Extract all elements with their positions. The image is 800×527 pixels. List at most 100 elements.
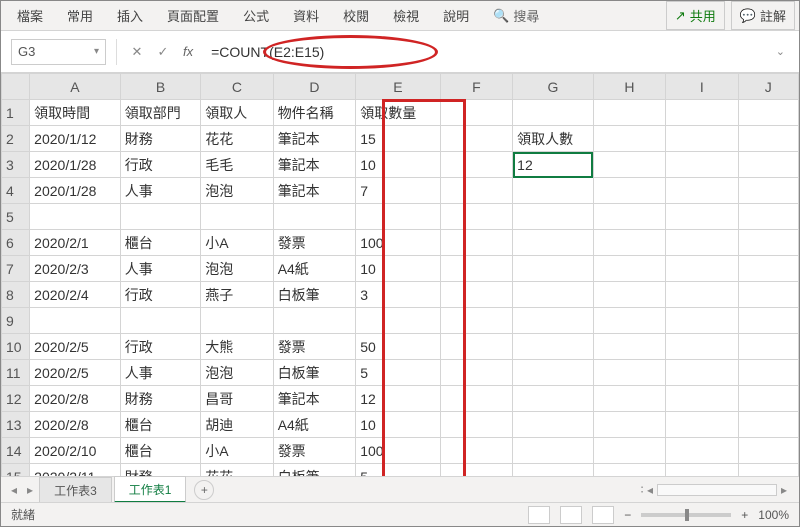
cell-I10[interactable] bbox=[666, 334, 738, 360]
view-page-break-button[interactable] bbox=[592, 506, 614, 524]
cell-H1[interactable] bbox=[593, 100, 665, 126]
cell-D6[interactable]: 發票 bbox=[273, 230, 356, 256]
cell-B5[interactable] bbox=[120, 204, 201, 230]
cell-B6[interactable]: 櫃台 bbox=[120, 230, 201, 256]
cell-C11[interactable]: 泡泡 bbox=[201, 360, 273, 386]
col-header-E[interactable]: E bbox=[356, 74, 441, 100]
cell-G14[interactable] bbox=[513, 438, 594, 464]
cell-C3[interactable]: 毛毛 bbox=[201, 152, 273, 178]
cell-G1[interactable] bbox=[513, 100, 594, 126]
cell-F10[interactable] bbox=[440, 334, 512, 360]
cell-B3[interactable]: 行政 bbox=[120, 152, 201, 178]
view-normal-button[interactable] bbox=[528, 506, 550, 524]
row-header[interactable]: 9 bbox=[2, 308, 30, 334]
row-header[interactable]: 11 bbox=[2, 360, 30, 386]
spreadsheet-grid[interactable]: A B C D E F G H I J 1領取時間領取部門領取人物件名稱領取數量… bbox=[1, 73, 799, 476]
cell-I15[interactable] bbox=[666, 464, 738, 477]
row-header[interactable]: 13 bbox=[2, 412, 30, 438]
col-header-C[interactable]: C bbox=[201, 74, 273, 100]
cell-I12[interactable] bbox=[666, 386, 738, 412]
cell-F6[interactable] bbox=[440, 230, 512, 256]
cell-D10[interactable]: 發票 bbox=[273, 334, 356, 360]
cell-B4[interactable]: 人事 bbox=[120, 178, 201, 204]
cell-G3[interactable]: 12 bbox=[513, 152, 594, 178]
cell-E9[interactable] bbox=[356, 308, 441, 334]
cell-D1[interactable]: 物件名稱 bbox=[273, 100, 356, 126]
cell-D11[interactable]: 白板筆 bbox=[273, 360, 356, 386]
col-header-H[interactable]: H bbox=[593, 74, 665, 100]
cell-J8[interactable] bbox=[738, 282, 798, 308]
cell-J14[interactable] bbox=[738, 438, 798, 464]
tab-nav-next[interactable]: ▸ bbox=[23, 483, 37, 497]
cell-I14[interactable] bbox=[666, 438, 738, 464]
cell-A9[interactable] bbox=[30, 308, 121, 334]
cell-C8[interactable]: 燕子 bbox=[201, 282, 273, 308]
cell-E10[interactable]: 50 bbox=[356, 334, 441, 360]
cell-F14[interactable] bbox=[440, 438, 512, 464]
row-header[interactable]: 14 bbox=[2, 438, 30, 464]
cell-D7[interactable]: A4紙 bbox=[273, 256, 356, 282]
tab-nav-prev[interactable]: ◂ bbox=[7, 483, 21, 497]
cell-A3[interactable]: 2020/1/28 bbox=[30, 152, 121, 178]
row-header[interactable]: 3 bbox=[2, 152, 30, 178]
col-header-A[interactable]: A bbox=[30, 74, 121, 100]
cell-C15[interactable]: 花花 bbox=[201, 464, 273, 477]
cell-F2[interactable] bbox=[440, 126, 512, 152]
cell-H7[interactable] bbox=[593, 256, 665, 282]
name-box[interactable]: G3 ▾ bbox=[11, 39, 106, 65]
cell-A5[interactable] bbox=[30, 204, 121, 230]
cell-C1[interactable]: 領取人 bbox=[201, 100, 273, 126]
cell-H10[interactable] bbox=[593, 334, 665, 360]
cell-I3[interactable] bbox=[666, 152, 738, 178]
cell-B12[interactable]: 財務 bbox=[120, 386, 201, 412]
col-header-D[interactable]: D bbox=[273, 74, 356, 100]
cell-F7[interactable] bbox=[440, 256, 512, 282]
cell-A4[interactable]: 2020/1/28 bbox=[30, 178, 121, 204]
menu-layout[interactable]: 頁面配置 bbox=[155, 0, 231, 31]
cell-I2[interactable] bbox=[666, 126, 738, 152]
cell-G15[interactable] bbox=[513, 464, 594, 477]
cell-G4[interactable] bbox=[513, 178, 594, 204]
cell-J1[interactable] bbox=[738, 100, 798, 126]
cell-G10[interactable] bbox=[513, 334, 594, 360]
cell-E14[interactable]: 100 bbox=[356, 438, 441, 464]
cell-F9[interactable] bbox=[440, 308, 512, 334]
cell-E13[interactable]: 10 bbox=[356, 412, 441, 438]
cell-D15[interactable]: 白板筆 bbox=[273, 464, 356, 477]
cell-H13[interactable] bbox=[593, 412, 665, 438]
cell-F5[interactable] bbox=[440, 204, 512, 230]
cell-A13[interactable]: 2020/2/8 bbox=[30, 412, 121, 438]
cell-G11[interactable] bbox=[513, 360, 594, 386]
cell-C4[interactable]: 泡泡 bbox=[201, 178, 273, 204]
cell-H9[interactable] bbox=[593, 308, 665, 334]
cell-D9[interactable] bbox=[273, 308, 356, 334]
cell-H4[interactable] bbox=[593, 178, 665, 204]
fx-icon[interactable]: fx bbox=[183, 44, 193, 59]
cell-E2[interactable]: 15 bbox=[356, 126, 441, 152]
menu-home[interactable]: 常用 bbox=[55, 0, 105, 31]
cell-B1[interactable]: 領取部門 bbox=[120, 100, 201, 126]
view-page-layout-button[interactable] bbox=[560, 506, 582, 524]
cell-H11[interactable] bbox=[593, 360, 665, 386]
cell-C12[interactable]: 昌哥 bbox=[201, 386, 273, 412]
cell-H12[interactable] bbox=[593, 386, 665, 412]
menu-file[interactable]: 檔案 bbox=[5, 0, 55, 31]
zoom-in-button[interactable]: + bbox=[741, 508, 748, 522]
zoom-slider[interactable] bbox=[641, 513, 731, 517]
cell-I5[interactable] bbox=[666, 204, 738, 230]
col-header-J[interactable]: J bbox=[738, 74, 798, 100]
cell-I13[interactable] bbox=[666, 412, 738, 438]
col-header-B[interactable]: B bbox=[120, 74, 201, 100]
col-header-I[interactable]: I bbox=[666, 74, 738, 100]
cell-I6[interactable] bbox=[666, 230, 738, 256]
comment-button[interactable]: 💬 註解 bbox=[731, 1, 795, 30]
cell-B7[interactable]: 人事 bbox=[120, 256, 201, 282]
cell-E11[interactable]: 5 bbox=[356, 360, 441, 386]
cell-H2[interactable] bbox=[593, 126, 665, 152]
cell-E6[interactable]: 100 bbox=[356, 230, 441, 256]
cell-J7[interactable] bbox=[738, 256, 798, 282]
cell-G6[interactable] bbox=[513, 230, 594, 256]
cell-D14[interactable]: 發票 bbox=[273, 438, 356, 464]
cell-J15[interactable] bbox=[738, 464, 798, 477]
cell-J9[interactable] bbox=[738, 308, 798, 334]
